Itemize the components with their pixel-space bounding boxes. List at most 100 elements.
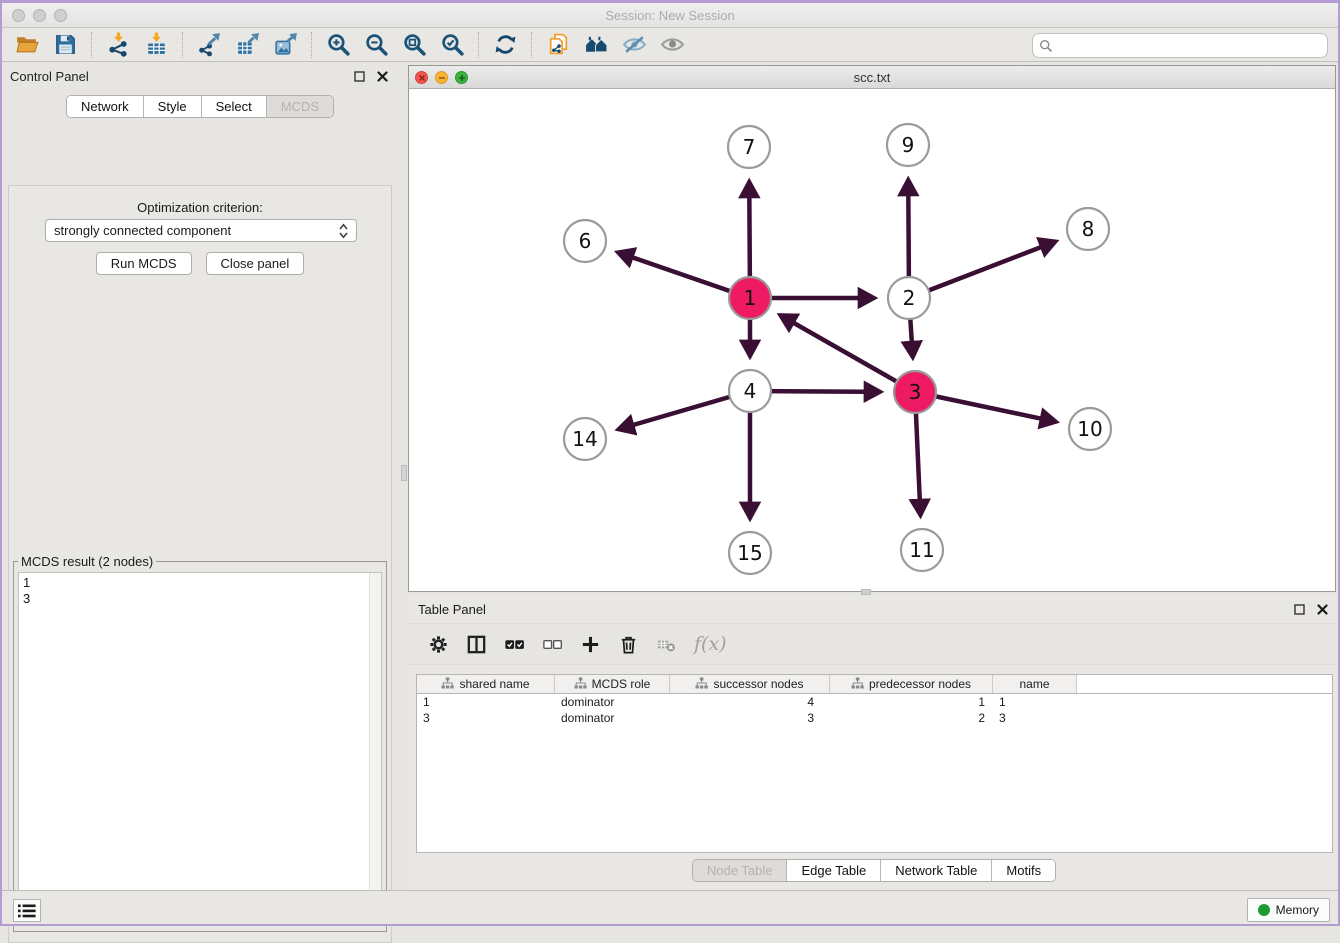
column-header-shared-name[interactable]: shared name (417, 675, 555, 693)
graph-node-label: 11 (909, 538, 934, 562)
export-network-button[interactable] (190, 30, 228, 60)
minimize-button[interactable] (33, 9, 46, 22)
delete-column-button[interactable] (614, 629, 642, 659)
export-network-icon (197, 32, 222, 57)
graph-node-label: 15 (737, 541, 762, 565)
add-column-button[interactable] (576, 629, 604, 659)
memory-status-dot (1258, 904, 1270, 916)
tab-style[interactable]: Style (143, 96, 201, 117)
graph-node-label: 7 (743, 135, 756, 159)
close-panel-icon[interactable] (375, 69, 390, 84)
table-tab-network-table[interactable]: Network Table (880, 860, 991, 881)
search-input[interactable] (1057, 35, 1327, 56)
show-button[interactable] (653, 30, 691, 60)
task-history-button[interactable] (13, 899, 41, 922)
import-network-button[interactable] (99, 30, 137, 60)
cell: 1 (417, 694, 555, 710)
table-tab-motifs[interactable]: Motifs (991, 860, 1055, 881)
table-toolbar: f(x) (408, 623, 1340, 665)
export-image-button[interactable] (266, 30, 304, 60)
deselect-all-button[interactable] (538, 629, 566, 659)
table-header-row: shared name MCDS role successor nodes prede… (417, 675, 1332, 694)
zoom-button[interactable] (54, 9, 67, 22)
duplicate-network-icon (546, 32, 571, 57)
table-row[interactable]: 3dominator323 (417, 710, 1332, 726)
cell: 3 (417, 710, 555, 726)
plus-icon (579, 633, 602, 656)
import-table-icon (144, 32, 169, 57)
float-panel-icon[interactable] (352, 69, 367, 84)
column-header-mcds-role[interactable]: MCDS role (555, 675, 670, 693)
criterion-value: strongly connected component (54, 223, 339, 238)
select-stepper-icon (339, 223, 348, 239)
refresh-icon (493, 32, 518, 57)
divider-grip[interactable] (401, 465, 407, 481)
duplicate-network-button[interactable] (539, 30, 577, 60)
result-scrollbar[interactable] (369, 573, 381, 924)
eye-icon (660, 32, 685, 57)
save-session-button[interactable] (46, 30, 84, 60)
hide-selected-button[interactable] (615, 30, 653, 60)
graph-node-label: 2 (903, 286, 916, 310)
mcds-result-title: MCDS result (2 nodes) (18, 554, 156, 569)
network-minimize-button[interactable] (435, 71, 448, 84)
cell: dominator (555, 710, 670, 726)
panel-divider[interactable] (400, 63, 408, 890)
cell: dominator (555, 694, 670, 710)
column-label: shared name (459, 677, 529, 691)
float-table-panel-icon[interactable] (1292, 602, 1307, 617)
mcds-result-text[interactable]: 13 (19, 573, 369, 924)
tab-select[interactable]: Select (201, 96, 266, 117)
gear-icon (427, 633, 450, 656)
zoom-in-icon (326, 32, 351, 57)
table-panel: Table Panel (408, 595, 1340, 890)
criterion-select[interactable]: strongly connected component (45, 219, 357, 242)
network-canvas[interactable]: 7968124314101511 (409, 90, 1335, 591)
tab-mcds[interactable]: MCDS (266, 96, 333, 117)
network-window: scc.txt 7968124314101511 (408, 65, 1336, 592)
export-table-button[interactable] (228, 30, 266, 60)
tab-network[interactable]: Network (67, 96, 143, 117)
zoom-out-button[interactable] (357, 30, 395, 60)
column-label: MCDS role (592, 677, 651, 691)
table-tab-node-table[interactable]: Node Table (693, 860, 787, 881)
run-mcds-button[interactable]: Run MCDS (96, 252, 192, 275)
column-label: successor nodes (713, 677, 803, 691)
table-tab-edge-table[interactable]: Edge Table (786, 860, 880, 881)
network-overview-button[interactable] (577, 30, 615, 60)
column-header-predecessor-nodes[interactable]: predecessor nodes (830, 675, 993, 693)
column-header-name[interactable]: name (993, 675, 1077, 693)
main-toolbar (0, 28, 1340, 62)
open-session-button[interactable] (8, 30, 46, 60)
table-row[interactable]: 1dominator411 (417, 694, 1332, 710)
two-houses-icon (584, 32, 609, 57)
hierarchy-icon (695, 677, 708, 692)
column-label: name (1019, 677, 1049, 691)
mcds-result-box: MCDS result (2 nodes) 13 (13, 554, 387, 932)
close-panel-button[interactable]: Close panel (206, 252, 305, 275)
table-settings-button[interactable] (424, 629, 452, 659)
mcds-panel: Optimization criterion: strongly connect… (8, 185, 392, 943)
select-all-button[interactable] (500, 629, 528, 659)
zoom-fit-button[interactable] (395, 30, 433, 60)
network-close-button[interactable] (415, 71, 428, 84)
network-window-titlebar[interactable]: scc.txt (409, 66, 1335, 89)
refresh-button[interactable] (486, 30, 524, 60)
zoom-in-button[interactable] (319, 30, 357, 60)
search-box[interactable] (1032, 33, 1328, 58)
memory-button[interactable]: Memory (1247, 898, 1330, 922)
control-panel-tabs: NetworkStyleSelectMCDS (66, 95, 334, 118)
toolbar-separator (182, 32, 183, 58)
list-icon (18, 904, 36, 918)
close-table-panel-icon[interactable] (1315, 602, 1330, 617)
hierarchy-icon (574, 677, 587, 692)
app-titlebar: Session: New Session (0, 3, 1340, 28)
show-columns-button[interactable] (462, 629, 490, 659)
column-header-successor-nodes[interactable]: successor nodes (670, 675, 830, 693)
import-table-button[interactable] (137, 30, 175, 60)
zoom-selected-button[interactable] (433, 30, 471, 60)
close-button[interactable] (12, 9, 25, 22)
network-maximize-button[interactable] (455, 71, 468, 84)
app-title: Session: New Session (605, 8, 734, 23)
result-line: 1 (23, 575, 365, 591)
